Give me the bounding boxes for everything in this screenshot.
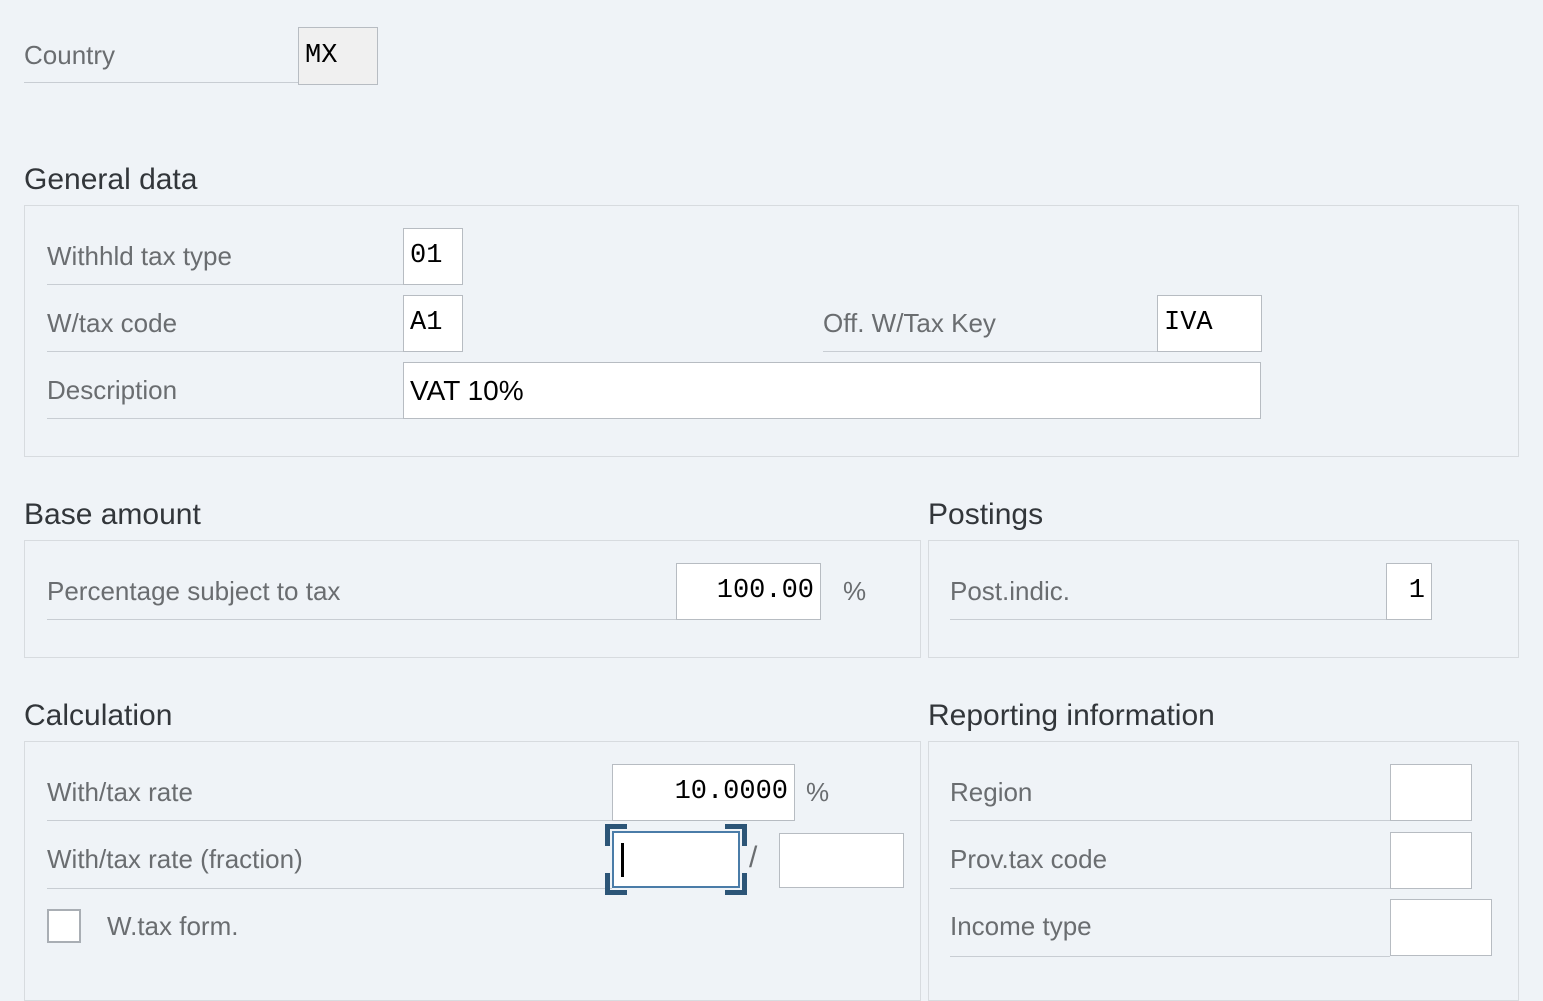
calculation-heading: Calculation [24, 699, 173, 732]
country-label: Country [24, 40, 116, 70]
withhld-tax-type-rule [47, 284, 403, 285]
general-data-heading: General data [24, 163, 198, 196]
withholding-tax-code-form: Country MX General data Withhld tax type… [0, 0, 1543, 1001]
wtax-form-checkbox[interactable] [47, 909, 81, 943]
withhld-tax-type-field[interactable]: 01 [403, 228, 463, 285]
postings-heading: Postings [928, 498, 1044, 531]
percentage-subject-to-tax-rule [47, 619, 676, 620]
off-wtax-key-rule [823, 351, 1157, 352]
income-type-rule [950, 956, 1390, 957]
fraction-separator: / [749, 841, 758, 874]
post-indic-field[interactable]: 1 [1386, 563, 1432, 620]
prov-tax-code-rule [950, 888, 1390, 889]
description-label: Description [47, 375, 178, 405]
text-caret [621, 843, 624, 877]
with-tax-rate-rule [47, 820, 612, 821]
off-wtax-key-label: Off. W/Tax Key [823, 308, 996, 338]
description-field[interactable]: VAT 10% [403, 362, 1261, 419]
with-tax-rate-field[interactable]: 10.0000 [612, 764, 795, 821]
reporting-information-heading: Reporting information [928, 699, 1215, 732]
income-type-label: Income type [950, 911, 1092, 941]
wtax-code-rule [47, 351, 403, 352]
country-field[interactable]: MX [298, 27, 378, 85]
region-rule [950, 820, 1390, 821]
post-indic-label: Post.indic. [950, 576, 1070, 606]
withhld-tax-type-label: Withhld tax type [47, 241, 232, 271]
with-tax-rate-label: With/tax rate [47, 777, 193, 807]
with-tax-rate-fraction-rule [47, 888, 612, 889]
prov-tax-code-field[interactable] [1390, 832, 1472, 889]
with-tax-rate-fraction-numerator-field[interactable] [612, 831, 740, 888]
region-field[interactable] [1390, 764, 1472, 821]
description-rule [47, 418, 403, 419]
wtax-code-label: W/tax code [47, 308, 178, 338]
region-label: Region [950, 777, 1033, 807]
wtax-code-field[interactable]: A1 [403, 295, 463, 352]
post-indic-rule [950, 619, 1386, 620]
with-tax-rate-fraction-label: With/tax rate (fraction) [47, 844, 303, 874]
percentage-unit: % [843, 576, 867, 606]
wtax-form-label: W.tax form. [107, 911, 239, 941]
with-tax-rate-unit: % [806, 777, 830, 807]
base-amount-heading: Base amount [24, 498, 201, 531]
with-tax-rate-fraction-denominator-field[interactable] [779, 833, 904, 888]
prov-tax-code-label: Prov.tax code [950, 844, 1108, 874]
off-wtax-key-field[interactable]: IVA [1157, 295, 1262, 352]
general-data-panel [24, 205, 1519, 457]
percentage-subject-to-tax-label: Percentage subject to tax [47, 576, 341, 606]
percentage-subject-to-tax-field[interactable]: 100.00 [676, 563, 821, 620]
country-label-rule [24, 82, 298, 83]
income-type-field[interactable] [1390, 899, 1492, 956]
